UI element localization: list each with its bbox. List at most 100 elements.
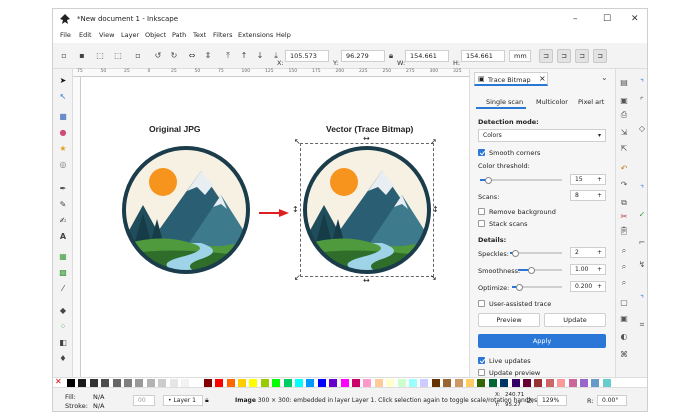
palette-swatch[interactable] [534,379,543,387]
speckles-slider[interactable] [510,249,562,257]
palette-swatch[interactable] [602,379,611,387]
skew-handle-left[interactable]: ↕ [292,206,299,214]
palette-swatch[interactable] [89,379,98,387]
palette-swatch[interactable] [329,379,338,387]
tab-pixel-art[interactable]: Pixel art [578,98,604,106]
palette-swatch[interactable] [545,379,554,387]
pen-tool-icon[interactable]: ✒ [57,183,69,195]
optimize-slider-knob[interactable] [516,283,523,291]
palette-swatch[interactable] [454,379,463,387]
menu-text[interactable]: Text [193,31,206,39]
threshold-slider[interactable] [480,176,562,184]
user-assisted-checkbox[interactable] [478,300,485,307]
smoothness-spinbox[interactable]: 1.00 + [570,264,606,275]
rotation-field[interactable]: 0.00° [597,395,627,406]
palette-swatch[interactable] [431,379,440,387]
detection-mode-select[interactable]: Colors ▾ [478,129,606,142]
copy-icon[interactable]: ⧉ [618,197,630,209]
tab-multicolor[interactable]: Multicolor [536,98,568,106]
snap-bbox-icon[interactable]: ⌜ [636,95,647,107]
ellipse-tool-icon[interactable]: ● [57,127,69,139]
palette-swatch[interactable] [169,379,178,387]
palette-swatch[interactable] [146,379,155,387]
rotate-handle-top-left[interactable]: ↖ [294,138,301,146]
palette-swatch[interactable] [352,379,360,387]
menu-layer[interactable]: Layer [121,31,139,39]
snap-nodes-icon[interactable]: ◇ [636,123,647,135]
pencil-tool-icon[interactable]: ✎ [57,199,69,211]
open-icon[interactable]: ▪ [77,51,87,61]
skew-handle-right[interactable]: ↕ [432,206,439,214]
lock-layer-icon[interactable]: 🔒︎ [205,396,209,405]
move-gradients-button[interactable]: ⊐ [575,49,589,63]
palette-swatch[interactable] [101,379,110,387]
stack-scans-checkbox[interactable] [478,220,485,227]
select-all-icon[interactable]: ⬚ [95,51,105,61]
layer-select[interactable]: • Layer 1 [163,395,203,406]
snap-midpoints-icon[interactable]: ✓ [636,209,647,221]
palette-swatch[interactable] [374,379,383,387]
no-paint-icon[interactable]: ✕ [55,377,62,386]
menu-help[interactable]: Help [276,31,291,39]
selector-tool-icon[interactable]: ➤ [57,75,69,87]
tweak-tool-icon[interactable]: ◆ [57,305,69,317]
palette-swatch[interactable] [181,379,189,387]
spiral-tool-icon[interactable]: ◎ [57,159,69,171]
palette-swatch[interactable] [260,379,269,387]
smoothness-increment-icon[interactable]: + [597,265,602,274]
mesh-tool-icon[interactable]: ▩ [57,267,69,279]
horizontal-ruler[interactable]: 75 50 25 0 25 50 75 100 125 150 175 200 225 250 275 300… [73,69,469,77]
original-bitmap-image[interactable] [121,145,251,275]
palette-swatch[interactable] [386,379,395,387]
threshold-spinbox[interactable]: 15 + [570,174,606,185]
palette-swatch[interactable] [283,379,292,387]
palette-swatch[interactable] [466,379,474,387]
print-icon[interactable]: ⎙ [618,109,630,121]
snap-centers-icon[interactable]: ⌐ [636,237,647,249]
height-field[interactable]: 154.661 [461,50,505,62]
smoothness-slider[interactable] [518,266,562,274]
save-icon[interactable]: ▣ [618,95,630,107]
tab-close-icon[interactable]: × [539,74,546,83]
palette-swatch[interactable] [78,379,87,387]
minimize-button[interactable]: – [573,14,578,24]
menu-object[interactable]: Object [145,31,166,39]
palette-swatch[interactable] [124,379,132,387]
speckles-spinbox[interactable]: 2 + [570,247,606,258]
dropper-tool-icon[interactable]: ⁄ [57,283,69,295]
select-same-icon[interactable]: ⬚ [113,51,123,61]
palette-swatch[interactable] [557,379,566,387]
palette-swatch[interactable] [203,379,212,387]
palette-swatch[interactable] [568,379,577,387]
lock-icon[interactable]: 🔒︎ [386,51,396,61]
rectangle-tool-icon[interactable]: ■ [57,111,69,123]
palette-swatch[interactable] [488,379,497,387]
palette-swatch[interactable] [580,379,588,387]
calligraphy-tool-icon[interactable]: ✍ [57,215,69,227]
new-document-icon[interactable]: ▫ [59,51,69,61]
increment-icon[interactable]: + [597,175,602,184]
export-icon[interactable]: ⇱ [618,143,630,155]
palette-swatch[interactable] [67,379,75,387]
panel-menu-chevron-icon[interactable]: ⌄ [601,73,608,82]
optimize-slider[interactable] [512,283,562,291]
palette-swatch[interactable] [363,379,372,387]
palette-swatch[interactable] [443,379,452,387]
undo-icon[interactable]: ↶ [618,163,630,175]
paste-icon[interactable]: 📋︎ [618,225,630,237]
flip-vertical-icon[interactable]: ⇕ [203,51,213,61]
palette-swatch[interactable] [135,379,144,387]
palette-swatch[interactable] [249,379,258,387]
star-tool-icon[interactable]: ★ [57,143,69,155]
palette-swatch[interactable] [397,379,406,387]
group-icon[interactable]: ▢ [618,297,630,309]
gradient-tool-icon[interactable]: ▦ [57,251,69,263]
snap-paths-icon[interactable]: ⌝ [636,183,647,195]
rotate-handle-bottom-right[interactable]: ↘ [430,274,437,282]
preview-button[interactable]: Preview [478,313,540,327]
smoothness-slider-knob[interactable] [527,266,535,274]
palette-swatch[interactable] [317,379,326,387]
lower-icon[interactable]: ↓ [255,51,265,61]
zoom-page-icon[interactable]: ⌕ [618,277,630,289]
unit-select[interactable]: mm [509,50,531,62]
